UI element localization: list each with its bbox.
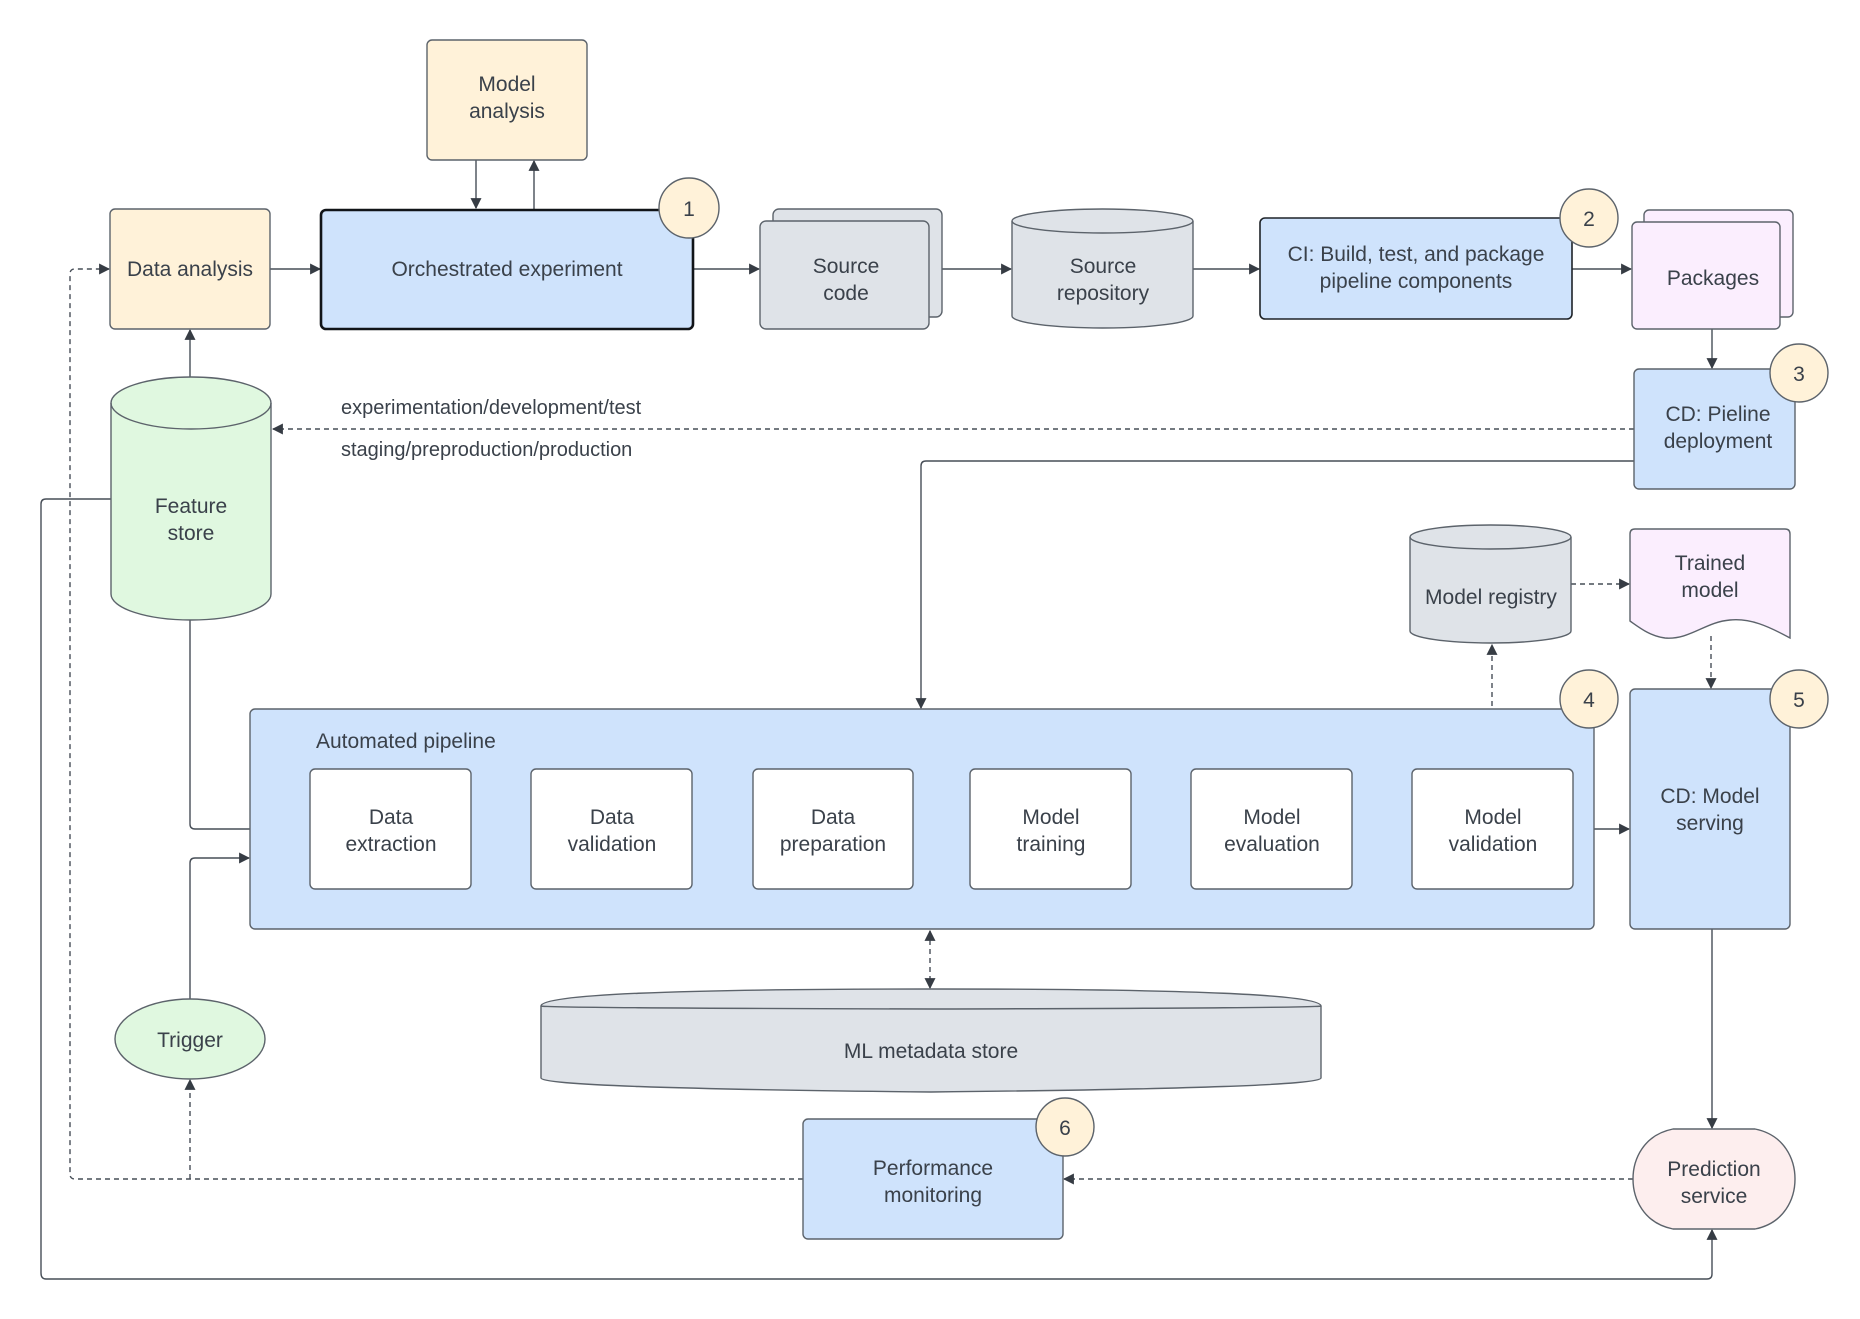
mlops-diagram: Model analysis Data analysis Orchestrate… (40, 39, 1829, 1280)
node-label: CI: Build, test, and package (1288, 243, 1545, 266)
node-label: preparation (780, 833, 886, 856)
node-source-repository[interactable]: Source repository (1011, 208, 1194, 329)
node-label: Model (1243, 806, 1300, 829)
badge-number: 5 (1793, 689, 1805, 712)
node-label: Model registry (1425, 586, 1557, 609)
node-source-code[interactable]: Source code (759, 208, 943, 330)
node-label: serving (1676, 812, 1744, 835)
badge-4: 4 (1559, 669, 1619, 729)
node-label: service (1681, 1185, 1748, 1208)
node-label: pipeline components (1320, 270, 1513, 293)
node-label: Data analysis (127, 258, 253, 281)
node-label: ML metadata store (844, 1040, 1018, 1063)
node-label: evaluation (1224, 833, 1320, 856)
node-label: Model (1022, 806, 1079, 829)
node-performance-monitoring[interactable]: Performance monitoring (802, 1118, 1064, 1240)
node-ml-metadata-store[interactable]: ML metadata store (540, 988, 1322, 1093)
node-orchestrated-experiment[interactable]: Orchestrated experiment (319, 208, 695, 331)
node-label: Feature (155, 495, 227, 518)
node-model-analysis[interactable]: Model analysis (426, 39, 588, 161)
node-cd-model-serving[interactable]: CD: Model serving (1629, 688, 1791, 930)
node-label: CD: Pieline (1665, 403, 1770, 426)
node-label: analysis (469, 100, 545, 123)
node-label: Trained (1675, 552, 1745, 575)
badge-5: 5 (1769, 669, 1829, 729)
node-label: repository (1057, 282, 1150, 305)
node-label: validation (568, 833, 657, 856)
node-trained-model[interactable]: Trained model (1629, 528, 1791, 640)
node-label: store (168, 522, 215, 545)
node-label: Trigger (157, 1029, 223, 1052)
badge-1: 1 (658, 177, 720, 239)
node-label: Orchestrated experiment (391, 258, 622, 281)
node-feature-store[interactable]: Feature store (110, 376, 272, 621)
badge-number: 3 (1793, 363, 1805, 386)
node-label: deployment (1664, 430, 1773, 453)
node-label: Prediction (1667, 1158, 1760, 1181)
step-data-validation[interactable]: Data validation (530, 768, 693, 890)
edge-label-env-dev: experimentation/development/test (341, 397, 642, 419)
node-label: training (1017, 833, 1086, 856)
node-cd-pipeline-deployment[interactable]: CD: Pieline deployment (1633, 368, 1796, 490)
badge-6: 6 (1035, 1097, 1095, 1157)
badge-number: 2 (1583, 208, 1595, 231)
edge-label-env-prod: staging/preproduction/production (341, 439, 632, 461)
node-prediction-service[interactable]: Prediction service (1632, 1128, 1796, 1230)
node-data-analysis[interactable]: Data analysis (109, 208, 271, 330)
node-label: Performance (873, 1157, 993, 1180)
step-data-extraction[interactable]: Data extraction (309, 768, 472, 890)
badge-number: 6 (1059, 1117, 1071, 1140)
node-label: Source (1070, 255, 1137, 278)
node-label: Data (590, 806, 635, 829)
automated-pipeline-title: Automated pipeline (316, 730, 496, 753)
node-label: extraction (345, 833, 436, 856)
badge-number: 4 (1583, 689, 1595, 712)
badge-3: 3 (1769, 343, 1829, 403)
node-label: CD: Model (1660, 785, 1759, 808)
node-packages[interactable]: Packages (1631, 209, 1794, 330)
edge-trigger-to-pipeline (189, 852, 251, 999)
node-ci-build-test-package[interactable]: CI: Build, test, and package pipeline co… (1259, 217, 1573, 320)
step-data-preparation[interactable]: Data preparation (752, 768, 914, 890)
node-label: Model (478, 73, 535, 96)
badge-2: 2 (1559, 188, 1619, 248)
node-label: code (823, 282, 869, 305)
node-label: Source (813, 255, 880, 278)
badge-number: 1 (683, 198, 695, 221)
step-model-training[interactable]: Model training (969, 768, 1132, 890)
node-label: validation (1449, 833, 1538, 856)
step-model-evaluation[interactable]: Model evaluation (1190, 768, 1353, 890)
node-label: Data (811, 806, 856, 829)
node-label: Data (369, 806, 414, 829)
node-label: Model (1464, 806, 1521, 829)
node-model-registry[interactable]: Model registry (1409, 524, 1572, 644)
step-model-validation[interactable]: Model validation (1411, 768, 1574, 890)
node-trigger[interactable]: Trigger (114, 998, 266, 1080)
node-label: Packages (1667, 267, 1759, 290)
node-label: model (1681, 579, 1738, 602)
node-label: monitoring (884, 1184, 982, 1207)
